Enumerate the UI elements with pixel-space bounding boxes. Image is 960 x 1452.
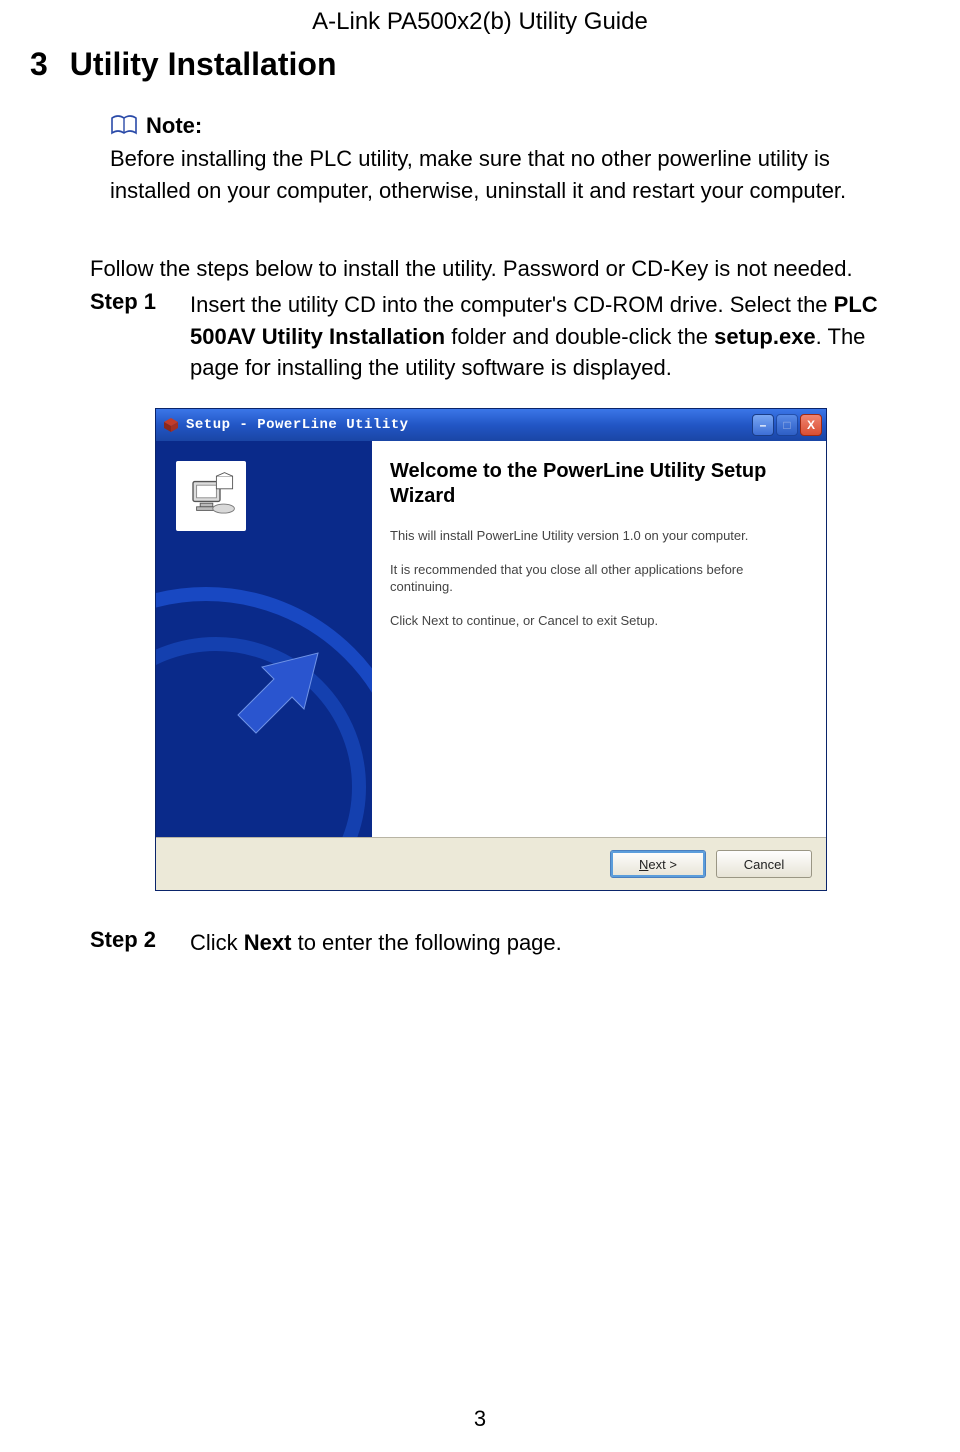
- maximize-button: □: [776, 414, 798, 436]
- section-title: Utility Installation: [70, 46, 337, 82]
- section-heading: 3 Utility Installation: [0, 36, 960, 83]
- setup-graphic-icon: [176, 461, 246, 531]
- window-title: Setup - PowerLine Utility: [186, 417, 752, 433]
- close-button[interactable]: X: [800, 414, 822, 436]
- wizard-p1: This will install PowerLine Utility vers…: [390, 527, 804, 545]
- note-text: Before installing the PLC utility, make …: [110, 143, 890, 207]
- wizard-heading: Welcome to the PowerLine Utility Setup W…: [390, 459, 804, 509]
- setup-app-icon: [162, 416, 180, 434]
- wizard-sidebar: [156, 441, 372, 837]
- minimize-button[interactable]: –: [752, 414, 774, 436]
- note-block: Note: Before installing the PLC utility,…: [110, 113, 890, 207]
- step-1: Step 1 Insert the utility CD into the co…: [90, 289, 900, 385]
- cancel-button[interactable]: Cancel: [716, 850, 812, 878]
- step-2-label: Step 2: [90, 927, 190, 959]
- wizard-p2: It is recommended that you close all oth…: [390, 561, 804, 596]
- wizard-content: Welcome to the PowerLine Utility Setup W…: [372, 441, 826, 837]
- wizard-footer: Next > Cancel: [156, 837, 826, 890]
- step-2: Step 2 Click Next to enter the following…: [90, 927, 900, 959]
- book-icon: [110, 115, 138, 137]
- titlebar: Setup - PowerLine Utility – □ X: [156, 409, 826, 441]
- wizard-body: Welcome to the PowerLine Utility Setup W…: [156, 441, 826, 837]
- section-number: 3: [30, 46, 48, 82]
- instruction-text: Follow the steps below to install the ut…: [90, 253, 900, 285]
- installer-window: Setup - PowerLine Utility – □ X: [155, 408, 827, 891]
- step-2-text: Click Next to enter the following page.: [190, 927, 900, 959]
- doc-header: A-Link PA500x2(b) Utility Guide: [0, 0, 960, 36]
- step-1-label: Step 1: [90, 289, 190, 385]
- page-number: 3: [0, 1406, 960, 1432]
- next-button[interactable]: Next >: [610, 850, 706, 878]
- wizard-p3: Click Next to continue, or Cancel to exi…: [390, 612, 804, 630]
- note-label: Note:: [146, 113, 202, 139]
- step-1-text: Insert the utility CD into the computer'…: [190, 289, 900, 385]
- arrow-icon: [218, 627, 338, 747]
